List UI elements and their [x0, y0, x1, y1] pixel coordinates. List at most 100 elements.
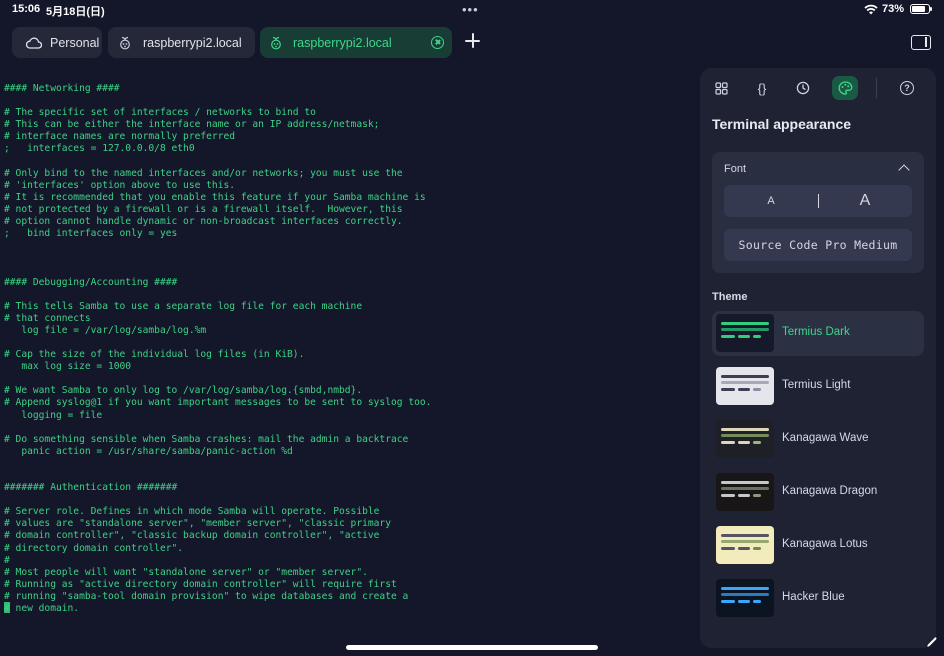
tab-label: raspberrypi2.local — [293, 35, 392, 50]
help-icon[interactable]: ? — [894, 76, 920, 100]
preview-line — [753, 441, 761, 444]
terminal-line: # We want Samba to only log to /var/log/… — [4, 385, 363, 397]
close-tab-icon[interactable] — [431, 36, 444, 49]
preview-line — [753, 494, 761, 497]
help-glyph: ? — [900, 81, 914, 95]
theme-name: Termius Light — [782, 379, 851, 391]
terminal-line: # Only bind to the named interfaces and/… — [4, 167, 403, 179]
terminal-line: log file = /var/log/samba/log.%m — [21, 324, 207, 336]
grid-icon[interactable] — [708, 76, 734, 100]
status-indicators: 73% — [864, 3, 932, 15]
preview-line — [721, 481, 769, 484]
font-section: Font A A Source Code Pro Medium — [712, 152, 924, 273]
preview-line — [753, 388, 761, 391]
theme-name: Hacker Blue — [782, 591, 845, 603]
tab-label: Personal — [50, 35, 100, 50]
status-time: 15:06 — [12, 3, 41, 15]
theme-name: Kanagawa Dragon — [782, 485, 878, 497]
preview-line — [721, 381, 769, 384]
chevron-up-icon[interactable] — [898, 164, 910, 176]
terminal-line: max log size = 1000 — [21, 361, 132, 373]
braces-icon[interactable]: {} — [749, 76, 775, 100]
terminal-line: # domain controller", "classic backup do… — [4, 530, 380, 542]
tab-personal[interactable]: Personal — [12, 27, 102, 58]
theme-option-kanagawa-wave[interactable]: Kanagawa Wave — [712, 417, 924, 462]
preview-line — [721, 428, 769, 431]
terminal-line: # Running as "active directory domain co… — [4, 578, 397, 590]
theme-option-hacker-blue[interactable]: Hacker Blue — [712, 576, 924, 621]
theme-option-termius-dark[interactable]: Termius Dark — [712, 311, 924, 356]
raspberry-icon — [268, 35, 284, 51]
raspberry-icon — [117, 35, 133, 51]
terminal-line: # that connects — [4, 312, 91, 324]
preview-line — [721, 441, 735, 444]
preview-line — [738, 547, 750, 550]
preview-line — [721, 593, 769, 596]
theme-name: Termius Dark — [782, 326, 850, 338]
appearance-panel: {} ? Terminal appearance Font A A Source… — [700, 68, 936, 648]
tab-raspberrypi2-local[interactable]: raspberrypi2.local — [108, 27, 255, 58]
new-tab-plus-icon[interactable] — [463, 31, 483, 51]
terminal-output[interactable]: #### Networking #### # The specific set … — [0, 80, 690, 640]
status-date: 5月18日(日) — [46, 6, 105, 18]
terminal-line: panic action = /usr/share/samba/panic-ac… — [21, 445, 293, 457]
theme-label: Theme — [712, 291, 748, 303]
battery-icon — [910, 4, 932, 14]
terminal-line: # The specific set of interfaces / netwo… — [4, 107, 316, 119]
theme-preview — [716, 314, 774, 352]
preview-line — [738, 388, 750, 391]
preview-line — [721, 540, 769, 543]
terminal-line: # interface names are normally preferred — [4, 131, 236, 143]
terminal-line: # Do something sensible when Samba crash… — [4, 433, 409, 445]
status-bar: 15:06 5月18日(日) ••• 73% — [0, 0, 944, 20]
preview-line — [721, 375, 769, 378]
pencil-icon[interactable] — [926, 636, 938, 651]
preview-line — [721, 494, 735, 497]
terminal-text: #### Networking #### # The specific set … — [0, 80, 690, 615]
theme-name: Kanagawa Wave — [782, 432, 869, 444]
terminal-line: # values are "standalone server", "membe… — [4, 518, 391, 530]
preview-line — [721, 600, 735, 603]
home-indicator[interactable] — [346, 645, 598, 650]
panel-title: Terminal appearance — [712, 116, 852, 132]
terminal-line: # This can be either the interface name … — [4, 119, 380, 131]
font-family-selector[interactable]: Source Code Pro Medium — [724, 229, 912, 261]
preview-line — [738, 441, 750, 444]
theme-preview — [716, 526, 774, 564]
preview-line — [753, 547, 761, 550]
theme-name: Kanagawa Lotus — [782, 538, 868, 550]
decrease-font-size-button[interactable]: A — [724, 185, 818, 217]
terminal-cursor — [4, 602, 10, 613]
palette-icon[interactable] — [832, 76, 858, 100]
terminal-line: logging = file — [21, 409, 103, 421]
theme-option-kanagawa-lotus[interactable]: Kanagawa Lotus — [712, 523, 924, 568]
preview-line — [721, 534, 769, 537]
multitasking-dots[interactable]: ••• — [462, 2, 479, 17]
terminal-line: # Server role. Defines in which mode Sam… — [4, 506, 380, 518]
terminal-line: # Cap the size of the individual log fil… — [4, 349, 305, 361]
tab-label: raspberrypi2.local — [143, 35, 242, 50]
history-icon[interactable] — [790, 76, 816, 100]
preview-line — [721, 547, 735, 550]
terminal-line: # Most people will want "standalone serv… — [4, 566, 368, 578]
preview-line — [721, 328, 769, 331]
preview-line — [738, 494, 750, 497]
theme-option-termius-light[interactable]: Termius Light — [712, 364, 924, 409]
terminal-line: #### Networking #### — [4, 83, 120, 94]
increase-font-size-button[interactable]: A — [818, 185, 912, 217]
terminal-line: # It is recommended that you enable this… — [4, 191, 426, 203]
terminal-line: # not protected by a firewall or is a fi… — [4, 203, 403, 215]
sidebar-toggle-icon[interactable] — [911, 35, 931, 50]
terminal-line: # running "samba-tool domain provision" … — [4, 590, 409, 602]
theme-preview — [716, 473, 774, 511]
theme-option-kanagawa-dragon[interactable]: Kanagawa Dragon — [712, 470, 924, 515]
terminal-line: #### Debugging/Accounting #### — [4, 276, 178, 288]
preview-line — [721, 388, 735, 391]
cloud-icon — [26, 35, 42, 51]
tab-raspberrypi2-local-active[interactable]: raspberrypi2.local — [260, 27, 452, 58]
panel-tab-divider — [876, 78, 877, 98]
terminal-line: ####### Authentication ####### — [4, 482, 178, 494]
font-size-control: A A — [724, 185, 912, 217]
preview-line — [738, 335, 750, 338]
font-label: Font — [724, 163, 747, 175]
